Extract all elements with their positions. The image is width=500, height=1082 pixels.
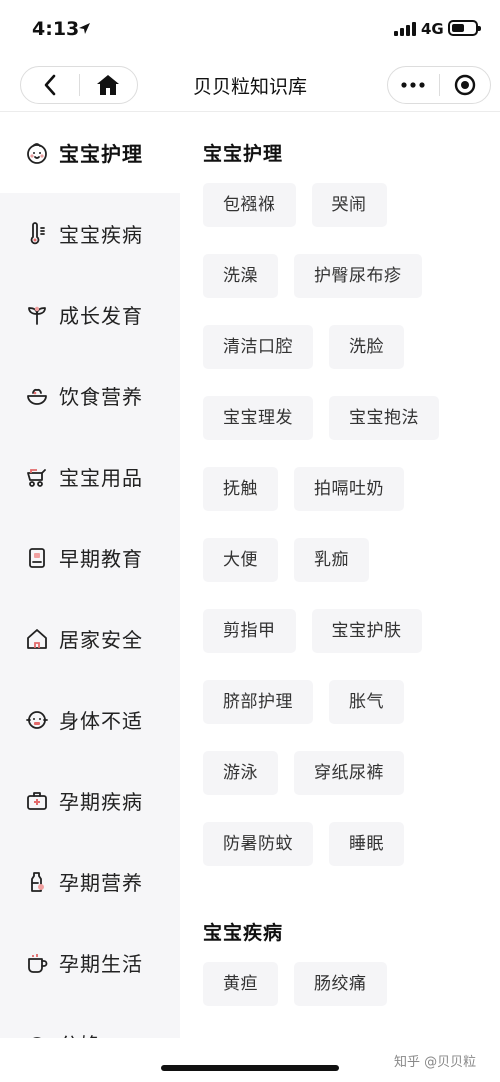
topic-tag[interactable]: 穿纸尿裤 xyxy=(294,751,404,795)
sidebar-item[interactable]: 宝宝用品 xyxy=(0,436,180,517)
topic-tag[interactable]: 拍嗝吐奶 xyxy=(294,467,404,511)
sidebar-item-label: 孕期营养 xyxy=(59,871,143,895)
topic-tag[interactable]: 胀气 xyxy=(329,680,404,724)
topic-tag[interactable]: 抚触 xyxy=(203,467,278,511)
sidebar-item[interactable]: 孕期营养 xyxy=(0,841,180,922)
section-title: 宝宝疾病 xyxy=(203,922,284,944)
topic-tag[interactable]: 宝宝护肤 xyxy=(311,609,422,653)
sidebar-item[interactable]: 早期教育 xyxy=(0,517,180,598)
topic-tag[interactable]: 乳痂 xyxy=(294,538,369,582)
sidebar-item-label: 宝宝用品 xyxy=(59,466,143,490)
sidebar-item-label: 早期教育 xyxy=(59,547,143,571)
sidebar-item-label: 宝宝护理 xyxy=(59,142,143,166)
status-bar: 4:13 4G xyxy=(0,0,500,58)
book-icon xyxy=(24,545,50,571)
topic-tag[interactable]: 包襁褓 xyxy=(203,183,296,227)
navigation-bar: 贝贝粒知识库 xyxy=(0,58,500,112)
house-icon xyxy=(24,626,50,652)
food-bowl-icon xyxy=(24,383,50,409)
status-time: 4:13 xyxy=(32,18,80,40)
tag-list: 黄疸 肠绞痛 xyxy=(203,962,493,1033)
signal-icon xyxy=(394,22,416,36)
thermometer-icon xyxy=(24,221,50,247)
tag-section: 宝宝疾病黄疸 肠绞痛 xyxy=(180,893,500,1033)
tag-section: 宝宝护理包襁褓 哭闹 洗澡 护臀尿布疹清洁口腔 洗脸 宝宝理发 宝宝抱法抚触 拍嗝吐奶 大便 乳痂… xyxy=(180,112,500,893)
baby-face-icon xyxy=(24,140,50,166)
sidebar-item-label: 饮食营养 xyxy=(59,385,143,409)
sidebar-item[interactable]: 成长发育 xyxy=(0,274,180,355)
sidebar-item[interactable]: 宝宝疾病 xyxy=(0,193,180,274)
cutoff-icon xyxy=(24,1031,50,1038)
sidebar-item[interactable]: 孕期生活 xyxy=(0,922,180,1003)
nav-capsule-right xyxy=(387,66,491,104)
topic-tag[interactable]: 防暑防蚊 xyxy=(203,822,313,866)
sidebar-item[interactable]: 宝宝护理 xyxy=(0,112,180,193)
sprout-icon xyxy=(24,302,50,328)
sidebar-item-label: 孕期生活 xyxy=(59,952,143,976)
topic-tag[interactable]: 宝宝理发 xyxy=(203,396,313,440)
topic-tag[interactable]: 肠绞痛 xyxy=(294,962,387,1006)
sidebar-item[interactable]: 孕期疾病 xyxy=(0,760,180,841)
target-circle-icon xyxy=(454,74,475,96)
stroller-icon xyxy=(24,464,50,490)
topic-tag[interactable]: 洗脸 xyxy=(329,325,404,369)
location-arrow-icon xyxy=(78,20,91,39)
tag-content-panel: 宝宝护理包襁褓 哭闹 洗澡 护臀尿布疹清洁口腔 洗脸 宝宝理发 宝宝抱法抚触 拍嗝吐奶 大便 乳痂… xyxy=(180,112,500,1038)
close-miniprogram-button[interactable] xyxy=(440,67,491,103)
topic-tag[interactable]: 剪指甲 xyxy=(203,609,296,653)
sick-face-icon xyxy=(24,707,50,733)
sidebar-item[interactable]: 身体不适 xyxy=(0,679,180,760)
topic-tag[interactable]: 洗澡 xyxy=(203,254,278,298)
topic-tag[interactable]: 清洁口腔 xyxy=(203,325,313,369)
milk-bottle-icon xyxy=(24,869,50,895)
topic-tag[interactable]: 黄疸 xyxy=(203,962,278,1006)
cup-icon xyxy=(24,950,50,976)
sidebar-item[interactable]: 饮食营养 xyxy=(0,355,180,436)
topic-tag[interactable]: 脐部护理 xyxy=(203,680,313,724)
topic-tag[interactable]: 护臀尿布疹 xyxy=(294,254,422,298)
topic-tag[interactable]: 哭闹 xyxy=(311,183,387,227)
home-indicator xyxy=(161,1065,339,1071)
sidebar-item-label: 成长发育 xyxy=(59,304,143,328)
bottom-area: 知乎 @贝贝粒 xyxy=(0,1038,500,1082)
section-title: 宝宝护理 xyxy=(203,143,284,165)
more-button[interactable] xyxy=(388,67,439,103)
topic-tag[interactable]: 睡眠 xyxy=(329,822,404,866)
watermark: 知乎 @贝贝粒 xyxy=(394,1055,477,1070)
category-sidebar: 宝宝护理宝宝疾病成长发育饮食营养宝宝用品早期教育居家安全身体不适孕期疾病孕期营养… xyxy=(0,112,180,1038)
topic-tag[interactable]: 游泳 xyxy=(203,751,278,795)
sidebar-item[interactable]: 分娩 xyxy=(0,1003,180,1038)
medical-kit-icon xyxy=(24,788,50,814)
network-label: 4G xyxy=(421,20,444,38)
more-dots-icon xyxy=(401,82,425,88)
topic-tag[interactable]: 宝宝抱法 xyxy=(329,396,439,440)
sidebar-item-label: 分娩 xyxy=(59,1029,101,1038)
sidebar-item-label: 宝宝疾病 xyxy=(59,223,143,247)
tag-list: 包襁褓 哭闹 洗澡 护臀尿布疹清洁口腔 洗脸 宝宝理发 宝宝抱法抚触 拍嗝吐奶 大便 乳痂剪指甲宝… xyxy=(203,183,493,893)
sidebar-item-label: 孕期疾病 xyxy=(59,790,143,814)
battery-icon xyxy=(448,20,481,36)
sidebar-item-label: 居家安全 xyxy=(59,628,143,652)
sidebar-item-label: 身体不适 xyxy=(59,709,143,733)
sidebar-item[interactable]: 居家安全 xyxy=(0,598,180,679)
topic-tag[interactable]: 大便 xyxy=(203,538,278,582)
